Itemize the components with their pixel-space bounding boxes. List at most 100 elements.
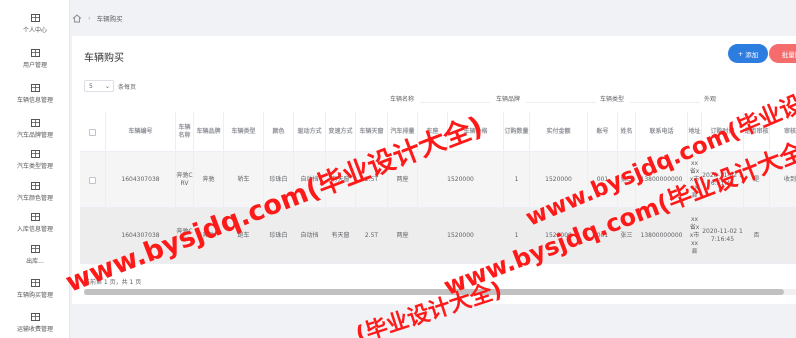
cell-reviewed: 否 (744, 208, 770, 264)
row-select[interactable] (80, 208, 106, 264)
filter-input-name[interactable] (420, 93, 490, 103)
sidebar-item-vehicle-info[interactable]: 车辆信息管理 (0, 84, 70, 104)
grid-icon (30, 84, 40, 92)
header-cell[interactable]: 车辆品牌 (194, 112, 224, 152)
cell-qty: 1 (504, 208, 530, 264)
sidebar-item-label: 汽车品牌管理 (16, 132, 53, 139)
filter-input-brand[interactable] (526, 93, 596, 103)
cell-name: 张三 (618, 152, 636, 208)
cell-reviewed: 是 (744, 152, 770, 208)
filter-label-type: 车辆类型 (600, 96, 625, 103)
cell-phone: 13800000000 (636, 152, 688, 208)
sidebar-item-outbound[interactable]: 出库... (0, 245, 70, 265)
cell-sunroof: 有天窗 (326, 208, 356, 264)
checkbox[interactable] (89, 176, 96, 184)
filter-label-appearance: 外观 (704, 96, 717, 103)
header-cell[interactable]: 车辆天窗 (356, 112, 388, 152)
breadcrumb-current: 车辆购买 (96, 15, 123, 23)
sidebar-item-label: 出库... (26, 258, 44, 265)
header-cell[interactable]: 账号 (588, 112, 618, 152)
sidebar-item-label: 车辆购买管理 (16, 292, 53, 299)
header-cell[interactable]: 订购数量 (504, 112, 530, 152)
page-size-suffix: 条每页 (118, 83, 137, 91)
header-cell[interactable]: 车辆价格 (448, 112, 504, 152)
cell-type: 跑车 (224, 208, 264, 264)
header-cell[interactable]: 车座 (418, 112, 448, 152)
sidebar-item-shipping[interactable]: 运输收费管理 (0, 313, 70, 333)
header-select-all[interactable] (80, 112, 106, 152)
cell-color: 珍珠白 (264, 208, 294, 264)
batch-delete-button[interactable]: 批量删 (769, 44, 796, 63)
header-cell[interactable]: 车辆名称 (176, 112, 194, 152)
sidebar-item-label: 入库信息管理 (16, 226, 53, 233)
page-size-value: 5 (89, 82, 93, 90)
header-cell[interactable]: 变速方式 (326, 112, 356, 152)
home-icon[interactable] (72, 13, 82, 23)
add-button[interactable]: + 添加 (728, 44, 768, 63)
sidebar-item-inbound[interactable]: 入库信息管理 (0, 213, 70, 233)
horizontal-scrollbar[interactable] (84, 289, 796, 295)
breadcrumb: › 车辆购买 (72, 8, 123, 28)
cell-vehicle-no: 1604307038 (106, 208, 176, 264)
header-cell[interactable]: 联系电话 (636, 112, 688, 152)
header-cell[interactable]: 审核 (770, 112, 796, 152)
cell-color: 珍珠白 (264, 152, 294, 208)
cell-order-time: 2020-11-02 16:51:44 (702, 152, 744, 208)
sidebar-item-purchase[interactable]: 车辆购买管理 (0, 279, 70, 299)
page-size-select[interactable]: 5 ⌄ (84, 80, 114, 92)
cell-phone: 13800000000 (636, 208, 688, 264)
sidebar-item-label: 用户管理 (22, 62, 47, 69)
header-cell[interactable]: 是否审核 (744, 112, 770, 152)
sidebar-item-type[interactable]: 汽车类型管理 (0, 150, 70, 170)
scrollbar-thumb[interactable] (84, 289, 784, 295)
sidebar-item-brand[interactable]: 汽车品牌管理 (0, 119, 70, 139)
cell-name: 张三 (618, 208, 636, 264)
header-cell[interactable]: 车辆类型 (224, 112, 264, 152)
header-cell[interactable]: 订购时间 (702, 112, 744, 152)
cell-brand: 奔驰 (194, 208, 224, 264)
header-cell[interactable]: 颜色 (264, 112, 294, 152)
sidebar-item-personal-center[interactable]: 个人中心 (0, 14, 70, 34)
grid-icon (30, 150, 40, 158)
header-cell[interactable]: 地址 (688, 112, 702, 152)
sidebar-item-color[interactable]: 汽车颜色管理 (0, 182, 70, 202)
cell-address: xx省xx市xx县 (688, 208, 702, 264)
cell-vehicle-name: 奔驰CRV (176, 208, 194, 264)
cell-account: 001 (588, 152, 618, 208)
sidebar-item-label: 个人中心 (22, 27, 47, 34)
sidebar-item-label: 车辆信息管理 (16, 97, 53, 104)
pagination-info: 当前第 1 页，共 1 页 (84, 279, 142, 286)
row-select[interactable] (80, 152, 106, 208)
header-cell[interactable]: 姓名 (618, 112, 636, 152)
grid-icon (30, 49, 40, 57)
cell-type: 轿车 (224, 152, 264, 208)
cell-displacement: 2.5T (356, 208, 388, 264)
header-cell[interactable]: 实付金额 (530, 112, 588, 152)
cell-paid: 1520000 (530, 152, 588, 208)
sidebar-item-label: 汽车类型管理 (16, 163, 53, 170)
chevron-down-icon: ⌄ (104, 82, 110, 90)
sidebar-item-users[interactable]: 用户管理 (0, 49, 70, 69)
cell-brand: 奔驰 (194, 152, 224, 208)
cell-account: 001 (588, 208, 618, 264)
add-button-label: 添加 (745, 50, 759, 59)
filter-input-type[interactable] (630, 93, 700, 103)
table-row[interactable]: 1604307038 奔驰CRV 奔驰 跑车 珍珠白 自动挡 有天窗 2.5T … (80, 208, 796, 264)
grid-icon (30, 14, 40, 22)
main-card: 车辆购买 + 添加 批量删 5 ⌄ 条每页 车辆名称 车辆品牌 车辆类型 外观 … (72, 36, 796, 304)
cell-review: 收到 (783, 176, 796, 183)
page-title: 车辆购买 (84, 53, 124, 64)
sidebar-item-label: 汽车颜色管理 (16, 195, 53, 202)
checkbox[interactable] (89, 128, 96, 136)
chevron-right-icon: › (88, 14, 91, 22)
plus-icon: + (737, 49, 744, 58)
header-cell[interactable]: 汽车排量 (388, 112, 418, 152)
header-cell[interactable]: 车辆编号 (106, 112, 176, 152)
table-row[interactable]: 1604307038 奔驰CRV 奔驰 轿车 珍珠白 自动挡 有天窗 2.5T … (80, 152, 796, 208)
table-header: 车辆编号 车辆名称 车辆品牌 车辆类型 颜色 驱动方式 变速方式 车辆天窗 汽车… (80, 112, 796, 152)
grid-icon (30, 279, 40, 287)
grid-icon (30, 313, 40, 321)
cell-price: 1520000 (418, 208, 504, 264)
sidebar-item-label: 运输收费管理 (16, 326, 53, 333)
header-cell[interactable]: 驱动方式 (294, 112, 326, 152)
